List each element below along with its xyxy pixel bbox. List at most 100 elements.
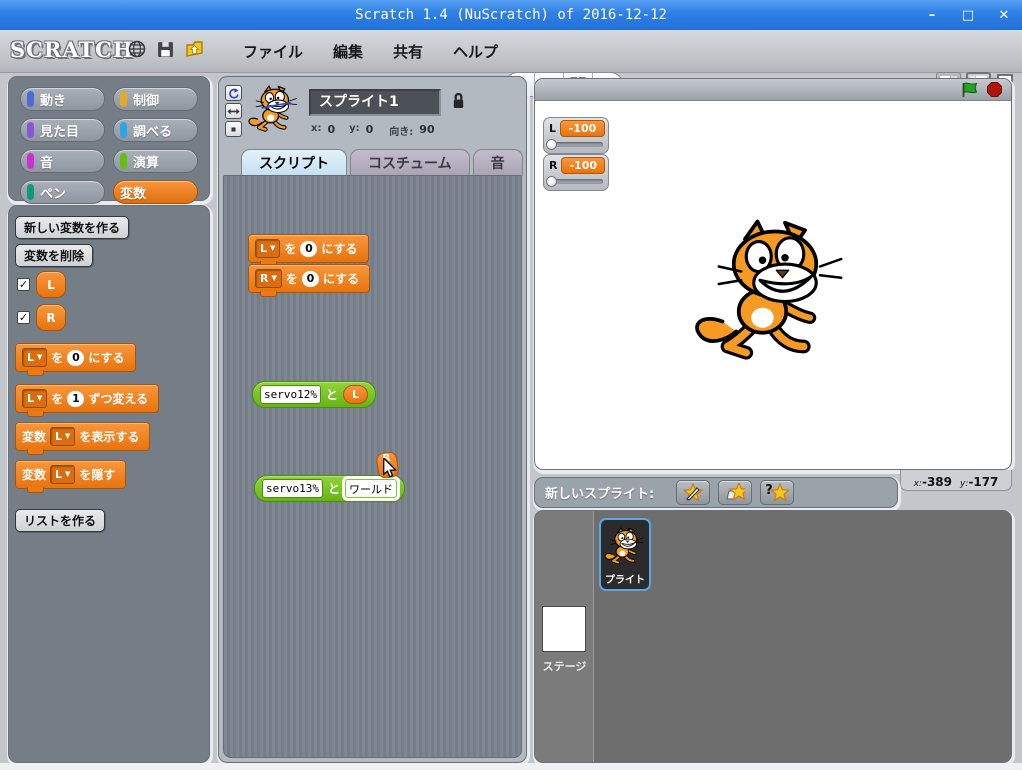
stage[interactable]: L -100 R -100	[534, 78, 1012, 470]
scripts-workspace[interactable]: L ▼ を 0 にする R ▼ を 0 にする servo12% と L servo…	[223, 175, 522, 758]
join-servo13-block[interactable]: servo13% と ワールド	[254, 475, 405, 502]
join-text-input[interactable]: servo13%	[262, 479, 323, 498]
tab-costumes[interactable]: コスチューム	[350, 149, 470, 176]
category-sound[interactable]: 音	[20, 149, 105, 173]
menu-file[interactable]: ファイル	[243, 41, 303, 62]
category-sensing[interactable]: 調べる	[113, 118, 198, 142]
palette-hide-variable-block[interactable]: 変数 L ▼ を隠す	[15, 460, 127, 493]
variable-dropdown[interactable]: L ▼	[255, 239, 281, 258]
block-palette-panel: 新しい変数を作る 変数を削除 ✓ L ✓ R L ▼ を 0 にする L ▼ を 1…	[8, 205, 210, 763]
sensing-color-stripe	[120, 122, 127, 138]
script-set-R-block[interactable]: R ▼ を 0 にする	[248, 264, 371, 297]
slider-knob[interactable]	[546, 139, 557, 150]
pen-color-stripe	[27, 184, 34, 200]
category-looks[interactable]: 見た目	[20, 118, 105, 142]
sprite-thumbnail-label: プライト	[605, 575, 645, 586]
save-icon[interactable]	[157, 41, 174, 62]
sprite-thumbnail-cat	[245, 81, 303, 139]
sprite-position-readout: x: 0 y: 0 向き: 90	[311, 123, 435, 138]
slider-knob[interactable]	[546, 176, 557, 187]
category-control[interactable]: 制御	[113, 87, 198, 111]
green-flag-icon[interactable]	[961, 82, 979, 98]
open-sprite-from-file-button[interactable]	[718, 480, 753, 505]
watcher-name: R	[549, 159, 558, 172]
sprite-thumbnail-cat	[602, 524, 648, 570]
window-bottom-edge	[0, 763, 1022, 770]
menu-bar: SCRATCH ファイル 編集 共有 ヘルプ	[0, 30, 1022, 97]
watcher-R[interactable]: R -100	[543, 154, 609, 191]
variable-dropdown[interactable]: L ▼	[22, 389, 48, 408]
join-servo12-block[interactable]: servo12% と L	[252, 381, 377, 408]
control-color-stripe	[120, 91, 127, 107]
value-input[interactable]: 0	[301, 270, 319, 287]
menu-help[interactable]: ヘルプ	[453, 41, 498, 62]
question-mark: ?	[765, 483, 773, 498]
title-bar: Scratch 1.4 (NuScratch) of 2016-12-12 – …	[0, 0, 1022, 30]
no-rotate-style-button[interactable]	[225, 121, 242, 137]
rotate-style-button[interactable]	[225, 85, 242, 101]
delete-variable-button[interactable]: 変数を削除	[15, 244, 94, 267]
operators-color-stripe	[120, 153, 127, 169]
value-input[interactable]: 0	[300, 240, 318, 257]
palette-change-variable-block[interactable]: L ▼ を 1 ずつ変える	[15, 384, 160, 417]
tab-scripts[interactable]: スクリプト	[241, 149, 347, 176]
close-button[interactable]: ✕	[996, 8, 1012, 23]
script-panel: スプライト1 x: 0 y: 0 向き: 90 スクリプト コスチューム 音 L ▼ を…	[218, 76, 527, 763]
variable-L-reporter[interactable]: L	[36, 271, 66, 298]
mouse-position-readout: x:-389 y:-177	[900, 470, 1012, 491]
sprite-list-panel: ステージ プライト	[534, 510, 1012, 763]
watcher-L[interactable]: L -100	[543, 117, 609, 154]
category-motion[interactable]: 動き	[20, 87, 105, 111]
tab-sounds[interactable]: 音	[472, 149, 523, 176]
join-text-input[interactable]: servo12%	[260, 385, 321, 404]
chevron-down-icon: ▼	[271, 274, 277, 282]
variable-dropdown[interactable]: L ▼	[22, 348, 48, 367]
category-operators[interactable]: 演算	[113, 149, 198, 173]
stage-thumbnail[interactable]	[542, 606, 586, 652]
scratch-window: Scratch 1.4 (NuScratch) of 2016-12-12 – …	[0, 0, 1022, 770]
palette-set-variable-block[interactable]: L ▼ を 0 にする	[15, 343, 136, 376]
value-input[interactable]: 0	[67, 349, 85, 366]
menu-share[interactable]: 共有	[393, 41, 423, 62]
variable-R-checkbox[interactable]: ✓	[17, 311, 30, 324]
variable-dropdown[interactable]: L ▼	[50, 465, 76, 484]
make-variable-button[interactable]: 新しい変数を作る	[15, 216, 130, 239]
palette-show-variable-block[interactable]: 変数 L ▼ を表示する	[15, 422, 151, 455]
category-pen[interactable]: ペン	[20, 180, 105, 204]
script-set-L-block[interactable]: L ▼ を 0 にする	[248, 234, 369, 267]
minimize-button[interactable]: –	[924, 8, 940, 23]
left-right-style-button[interactable]	[225, 103, 242, 119]
sprite-name-field[interactable]: スプライト1	[309, 89, 441, 116]
editor-tabs: スクリプト コスチューム 音	[241, 149, 523, 176]
variable-L-reporter[interactable]: L	[343, 385, 369, 404]
category-variables[interactable]: 変数	[113, 180, 198, 204]
watcher-slider[interactable]	[546, 139, 605, 150]
variable-dropdown[interactable]: L ▼	[50, 427, 76, 446]
paint-new-sprite-button[interactable]	[676, 480, 711, 505]
maximize-button[interactable]: □	[960, 8, 976, 23]
menu-edit[interactable]: 編集	[333, 41, 363, 62]
share-icon[interactable]	[185, 40, 204, 62]
mouse-cursor	[383, 458, 398, 478]
lock-icon[interactable]	[451, 91, 466, 115]
stop-icon[interactable]	[987, 82, 1002, 97]
new-sprite-bar: 新しいスプライト: ?	[534, 477, 898, 508]
variable-dropdown[interactable]: R ▼	[255, 269, 282, 288]
watcher-name: L	[549, 122, 557, 135]
sound-color-stripe	[27, 153, 34, 169]
chevron-down-icon: ▼	[65, 432, 71, 440]
watcher-slider[interactable]	[546, 176, 605, 187]
motion-color-stripe	[27, 91, 34, 107]
variable-L-checkbox[interactable]: ✓	[17, 278, 30, 291]
make-list-button[interactable]: リストを作る	[15, 509, 106, 532]
join-text-input-editing[interactable]: ワールド	[345, 479, 397, 498]
sprite-thumbnail-selected[interactable]: プライト	[599, 518, 651, 591]
stage-cat-sprite[interactable]	[685, 219, 860, 369]
surprise-sprite-button[interactable]: ?	[760, 480, 795, 505]
value-input[interactable]: 1	[67, 390, 85, 407]
menu-items: ファイル 編集 共有 ヘルプ	[243, 30, 498, 73]
variable-R-reporter[interactable]: R	[36, 304, 66, 331]
language-globe-icon[interactable]	[128, 40, 146, 62]
stage-header	[535, 79, 1011, 101]
chevron-down-icon: ▼	[37, 394, 43, 402]
